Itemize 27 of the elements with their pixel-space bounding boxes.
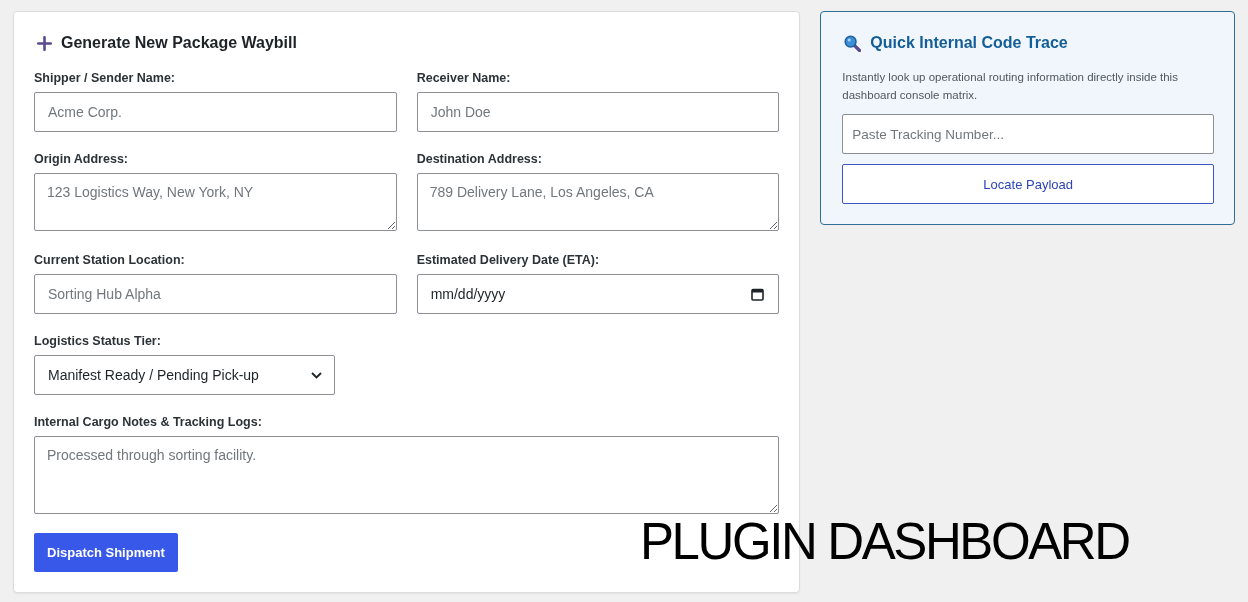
address-textarea[interactable]: 789 Delivery Lane, Los Angeles, CA	[416, 173, 780, 231]
field-label: Origin Address:	[34, 151, 129, 167]
field-label: Current Station Location:	[34, 252, 186, 268]
overlay-caption: PLUGIN DASHBOARD	[640, 516, 1129, 567]
plus-icon	[37, 35, 52, 51]
text-input[interactable]: John Doe	[416, 92, 780, 132]
field-label: Destination Address:	[416, 151, 543, 167]
field-label: Estimated Delivery Date (ETA):	[416, 252, 601, 268]
description-text: Instantly look up operational routing information directly inside this dashboard console matrix.	[842, 70, 1179, 103]
dispatch-button[interactable]: Dispatch Shipment	[34, 533, 178, 572]
calendar-icon[interactable]	[751, 287, 765, 301]
locate-button[interactable]: Locate Payload	[842, 164, 1214, 204]
status-dropdown[interactable]: Manifest Ready / Pending Pick-up	[34, 355, 335, 395]
tracking-input[interactable]: Paste Tracking Number...	[842, 114, 1214, 154]
notes-textarea[interactable]: Processed through sorting facility.	[34, 436, 780, 514]
text-input[interactable]: Sorting Hub Alpha	[34, 274, 397, 314]
trace-title: Quick Internal Code Trace	[870, 33, 1068, 53]
address-textarea[interactable]: 123 Logistics Way, New York, NY	[34, 173, 397, 231]
search-icon	[844, 34, 862, 52]
chevron-down-icon	[311, 371, 322, 379]
field-label: Receiver Name:	[416, 70, 512, 86]
field-label: Logistics Status Tier:	[34, 333, 162, 349]
field-label: Shipper / Sender Name:	[34, 70, 176, 86]
text-input[interactable]: Acme Corp.	[34, 92, 397, 132]
field-label: Internal Cargo Notes & Tracking Logs:	[34, 414, 263, 430]
form-title: Generate New Package Waybill	[61, 33, 297, 53]
date-field[interactable]: mm/dd/yyyy	[416, 274, 780, 314]
